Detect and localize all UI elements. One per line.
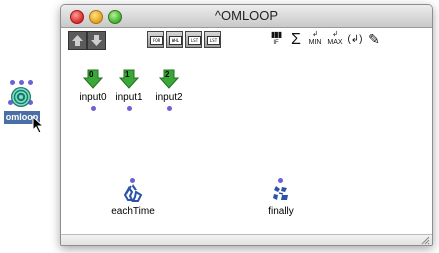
finally-label: finally — [268, 206, 294, 217]
while-label: WHL — [169, 36, 182, 45]
eachtime-node[interactable]: eachTime — [111, 178, 155, 222]
counter-glyph: ▮▮▮ — [270, 30, 282, 39]
input-connector[interactable] — [10, 80, 15, 85]
input-node-2[interactable]: 2 input2 — [149, 69, 189, 113]
min-label: MIN — [308, 39, 322, 46]
output-connector[interactable] — [91, 106, 96, 111]
list-iterator-button[interactable]: LST — [185, 31, 202, 48]
output-connector[interactable] — [167, 106, 172, 111]
input-label: input2 — [155, 92, 183, 103]
onlist-label: LST — [207, 36, 220, 45]
for-iterator-button[interactable]: FOR — [147, 31, 164, 48]
output-connector[interactable] — [127, 106, 132, 111]
mouse-cursor-icon — [32, 116, 45, 134]
accum-icon[interactable]: ✎ — [366, 31, 382, 49]
counter-sub: IF — [273, 40, 279, 46]
window-title: ^OMLOOP — [214, 8, 279, 23]
arrow-up-icon[interactable] — [68, 31, 87, 50]
finally-node[interactable]: finally — [261, 178, 301, 222]
collect-icon[interactable]: (↲) — [346, 31, 364, 49]
eachtime-label: eachTime — [111, 206, 155, 217]
max-glyph: ↲ — [332, 31, 338, 38]
input-node-0[interactable]: 0 input0 — [73, 69, 113, 113]
title-bar[interactable]: ^OMLOOP — [61, 5, 432, 28]
min-glyph: ↲ — [312, 31, 318, 38]
max-icon[interactable]: ↲ MAX — [326, 31, 344, 49]
resize-grip-icon[interactable] — [421, 236, 430, 245]
for-label: FOR — [150, 36, 163, 45]
input-connector[interactable] — [19, 80, 24, 85]
input-node-1[interactable]: 1 input1 — [109, 69, 149, 113]
input-index: 0 — [89, 70, 94, 79]
omloop-box[interactable]: omloop — [2, 78, 48, 138]
while-iterator-button[interactable]: WHL — [166, 31, 183, 48]
onlist-iterator-button[interactable]: LST — [204, 31, 221, 48]
max-label: MAX — [327, 39, 343, 46]
input-connector[interactable] — [28, 80, 33, 85]
sum-icon[interactable]: Σ — [289, 31, 303, 49]
counter-icon[interactable]: ▮▮▮ IF — [267, 31, 285, 49]
toolbar: FOR WHL LST LST ▮▮▮ IF Σ ↲ MIN ↲ MAX (↲)… — [61, 28, 432, 54]
recycle-broken-icon — [273, 186, 288, 200]
horizontal-scrollbar[interactable] — [61, 234, 432, 245]
arrow-down-icon[interactable] — [87, 31, 106, 50]
loop-editor-canvas[interactable]: 0 input0 1 input1 2 input2 eachTime fina… — [61, 54, 432, 234]
spiral-loop-icon — [11, 87, 31, 107]
input-index: 1 — [125, 70, 130, 79]
omloop-window: ^OMLOOP FOR WHL LST LST ▮▮▮ IF Σ ↲ MIN ↲… — [60, 4, 433, 246]
list-label: LST — [188, 36, 201, 45]
input-index: 2 — [165, 70, 170, 79]
min-icon[interactable]: ↲ MIN — [306, 31, 324, 49]
recycle-icon — [123, 184, 143, 202]
